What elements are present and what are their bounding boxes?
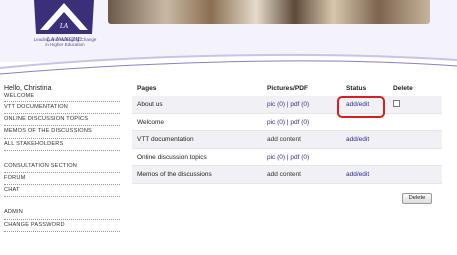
table-row: Memos of the discussions add content add… [132,166,442,184]
sidebar-item-change-password[interactable]: Change password [4,220,120,232]
page-name: Online discussion topics [137,153,207,161]
sidebar-item-admin[interactable]: Admin [4,207,120,220]
pictures-pdf-link[interactable]: pic (0) | pdf (0) [267,149,309,167]
header-photo [108,0,430,24]
sidebar-item-consultation-section[interactable]: Consultation section [4,161,120,173]
sidebar-item-online-discussion-topics[interactable]: Online discussion topics [4,114,120,127]
col-header-status: Status [346,85,367,92]
delete-button[interactable]: Delete [402,193,432,204]
page-name: Memos of the discussions [137,171,212,178]
pictures-pdf-link[interactable]: pic (0) | pdf (0) [267,96,309,114]
sidebar-item-memos[interactable]: Memos of the discussions [4,126,120,139]
sidebar-item-forum[interactable]: Forum [4,173,120,186]
col-header-pictures: Pictures/PDF [267,85,309,92]
add-edit-link[interactable]: add/edit [346,131,369,149]
user-greeting: Hello, Christina [4,85,52,92]
sidebar-item-welcome[interactable]: Welcome [4,92,120,102]
delete-checkbox-cell [393,96,400,114]
header-swoosh [0,53,457,86]
table-row: VTT documentation add content add/edit [132,131,442,149]
sidebar-item-vtt-documentation[interactable]: VTT documentation [4,102,120,115]
add-content-link[interactable]: add content [267,131,301,149]
page-name: VTT documentation [137,136,194,143]
page-name: About us [137,101,163,108]
delete-checkbox[interactable] [393,100,400,108]
sidebar: Hello, Christina Welcome VTT documentati… [4,82,120,232]
page-name: Welcome [137,118,164,126]
table-row: Welcome pic (0) | pdf (0) [132,114,442,132]
svg-text:LA: LA [59,22,69,30]
table-row: Online discussion topics pic (0) | pdf (… [132,149,442,167]
table-header-row: Pages Pictures/PDF Status Delete [132,82,442,96]
sidebar-item-all-stakeholders[interactable]: All stakeholders [4,139,120,151]
add-content-link[interactable]: add content [267,166,301,184]
pages-table: Pages Pictures/PDF Status Delete About u… [132,82,442,184]
add-edit-link[interactable]: add/edit [346,166,369,184]
pictures-pdf-link[interactable]: pic (0) | pdf (0) [267,114,309,132]
highlight-annotation [337,96,385,118]
sidebar-item-chat[interactable]: Chat [4,185,120,198]
col-header-delete: Delete [393,85,413,92]
col-header-pages: Pages [137,85,157,92]
table-row: About us pic (0) | pdf (0) add/edit [132,96,442,114]
